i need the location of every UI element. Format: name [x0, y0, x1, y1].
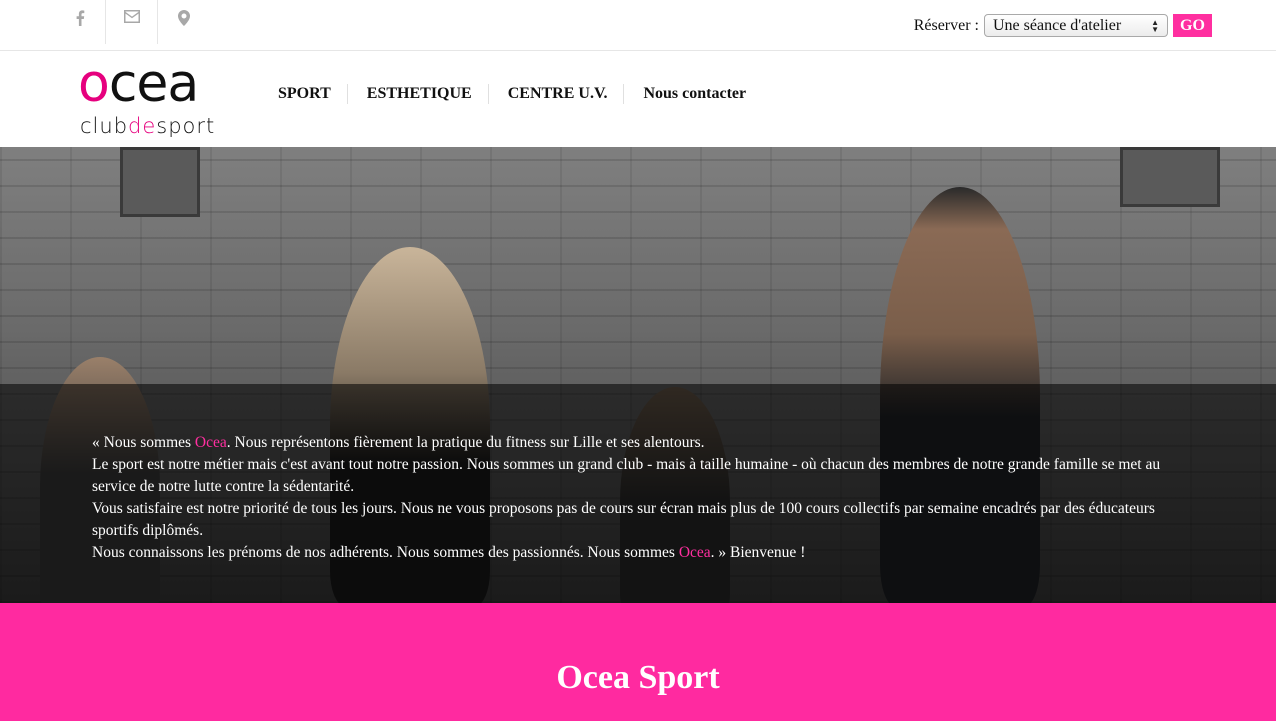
nav-esthetique[interactable]: ESTHETIQUE: [346, 84, 488, 104]
top-bar: Réserver : Une séance d'atelier ▲ ▼ GO: [0, 0, 1276, 51]
hero-window: [120, 147, 200, 217]
hero-welcome-text: « Nous sommes Ocea. Nous représentons fi…: [92, 432, 1192, 564]
nav-sport[interactable]: SPORT: [262, 84, 347, 104]
go-button[interactable]: GO: [1173, 14, 1212, 37]
header: ocea clubdesport SPORT ESTHETIQUE CENTRE…: [0, 52, 1276, 147]
nav-centre-uv[interactable]: CENTRE U.V.: [487, 84, 624, 104]
nav-contact[interactable]: Nous contacter: [623, 84, 762, 104]
select-arrows-icon: ▲ ▼: [1151, 17, 1159, 34]
facebook-link[interactable]: [54, 0, 106, 44]
hero-line-1: « Nous sommes Ocea. Nous représentons fi…: [92, 434, 705, 451]
hero-line-4: Nous connaissons les prénoms de nos adhé…: [92, 544, 806, 561]
hero-banner: « Nous sommes Ocea. Nous représentons fi…: [0, 147, 1276, 603]
hero-line-3: Vous satisfaire est notre priorité de to…: [92, 500, 1155, 539]
logo-tagline: clubdesport: [80, 114, 216, 138]
facebook-icon: [76, 10, 84, 26]
social-links: [54, 0, 210, 44]
main-nav: SPORT ESTHETIQUE CENTRE U.V. Nous contac…: [262, 84, 762, 104]
section-title: Ocea Sport: [556, 659, 720, 696]
map-link[interactable]: [158, 0, 210, 44]
logo[interactable]: ocea clubdesport: [78, 58, 248, 142]
map-marker-icon: [178, 10, 190, 26]
logo-wordmark: ocea: [78, 54, 199, 114]
hero-line-2: Le sport est notre métier mais c'est ava…: [92, 456, 1161, 495]
reserve-select[interactable]: Une séance d'atelier ▲ ▼: [984, 14, 1168, 37]
reserve-label: Réserver :: [913, 16, 979, 34]
email-link[interactable]: [106, 0, 158, 44]
reserve-select-value: Une séance d'atelier: [993, 16, 1122, 34]
reserve-form: Réserver : Une séance d'atelier ▲ ▼ GO: [914, 14, 1212, 37]
hero-window: [1120, 147, 1220, 207]
section-band: Ocea Sport: [0, 603, 1276, 721]
envelope-icon: [123, 10, 140, 23]
